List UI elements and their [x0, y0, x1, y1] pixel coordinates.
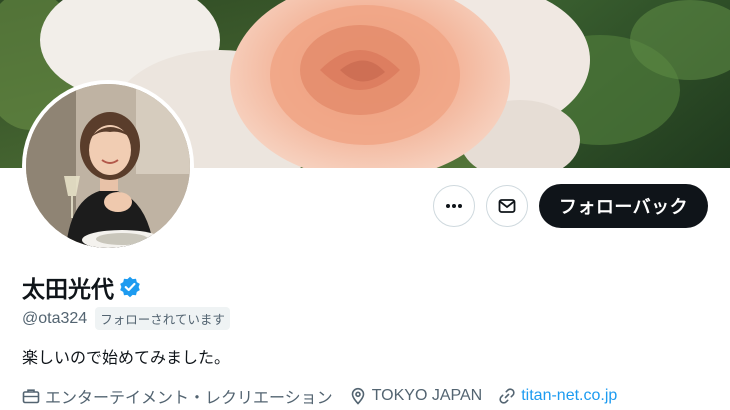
- bio: 楽しいので始めてみました。: [22, 350, 231, 367]
- name-row: 太田光代: [22, 270, 142, 304]
- handle: @ota324: [22, 309, 88, 327]
- briefcase-icon: [22, 389, 40, 404]
- location-pin-icon: [351, 387, 364, 405]
- location-item: TOKYO JAPAN: [349, 387, 483, 405]
- handle-row: @ota324 フォローされています: [22, 307, 230, 330]
- envelope-icon: [498, 199, 516, 213]
- message-button[interactable]: [486, 185, 528, 227]
- display-name: 太田光代: [22, 276, 114, 302]
- website-link[interactable]: titan-net.co.jp: [521, 387, 617, 405]
- category-label: エンターテイメント・レクリエーション: [45, 390, 333, 407]
- more-button[interactable]: [433, 185, 475, 227]
- profile-header: フォローバック 太田光代 @ota324 フォローされています 楽しいので始めて…: [0, 0, 730, 410]
- category-item: エンターテイメント・レクリエーション: [22, 384, 333, 408]
- avatar[interactable]: [22, 80, 194, 252]
- follows-you-badge: フォローされています: [95, 307, 230, 330]
- more-dots-icon: [446, 204, 462, 208]
- location-label: TOKYO JAPAN: [371, 387, 483, 404]
- link-icon: [499, 388, 515, 404]
- avatar-image: [26, 84, 190, 248]
- website-item[interactable]: titan-net.co.jp: [498, 387, 617, 405]
- follow-back-button[interactable]: フォローバック: [539, 184, 708, 228]
- verified-badge-icon[interactable]: [118, 275, 142, 299]
- profile-meta: エンターテイメント・レクリエーション TOKYO JAPAN titan-net…: [22, 384, 633, 408]
